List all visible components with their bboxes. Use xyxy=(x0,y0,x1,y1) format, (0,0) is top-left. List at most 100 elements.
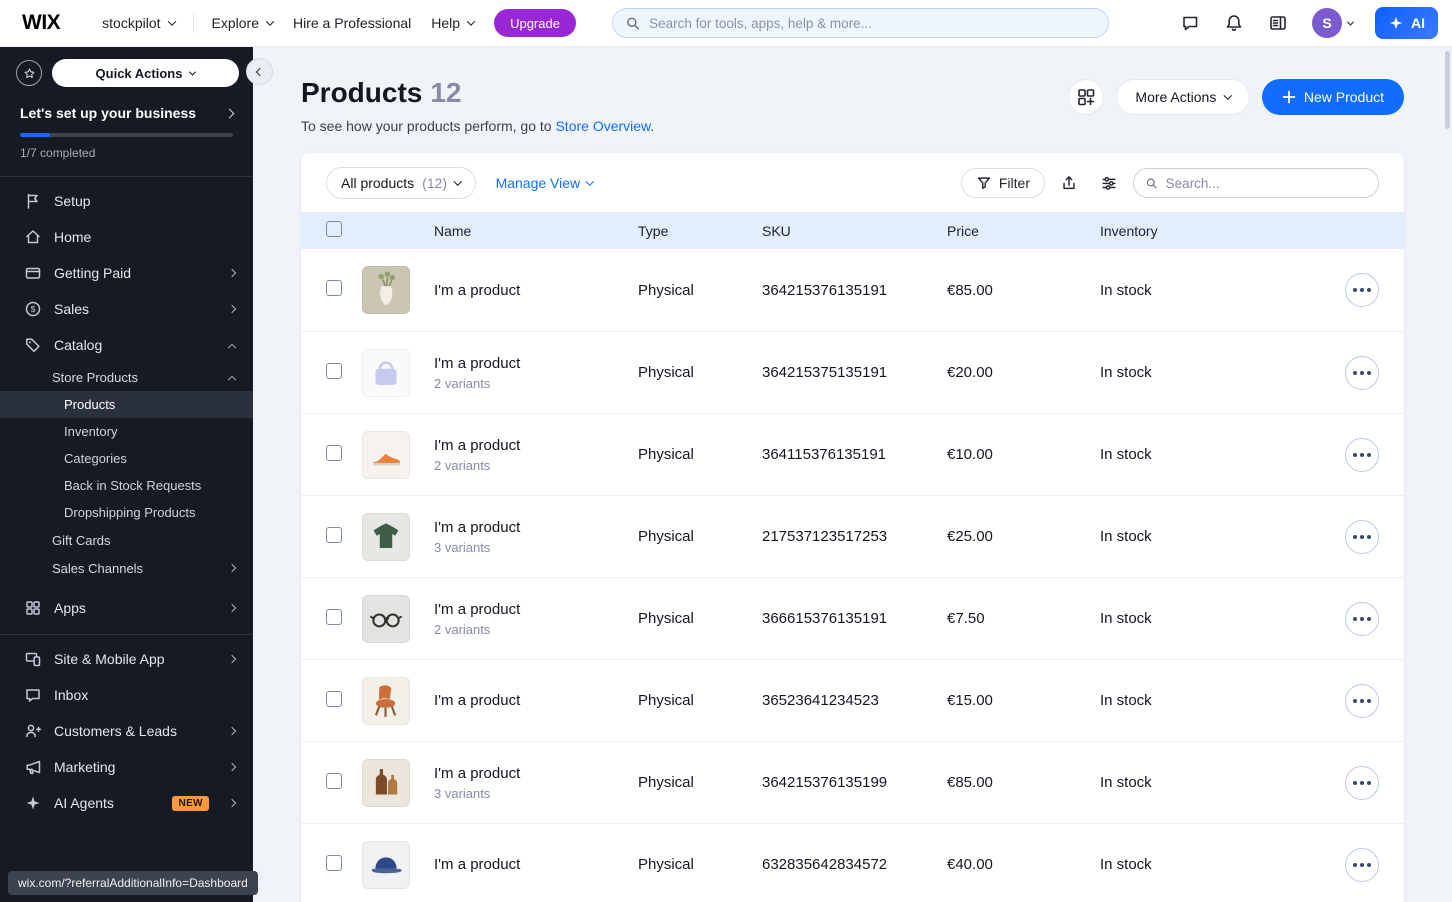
column-header-sku[interactable]: SKU xyxy=(762,223,947,239)
table-settings-button[interactable] xyxy=(1093,167,1125,199)
row-more-actions-button[interactable] xyxy=(1345,847,1379,882)
product-inventory: In stock xyxy=(1100,856,1152,873)
sidebar-item-gift-cards[interactable]: Gift Cards xyxy=(0,526,253,554)
help-menu[interactable]: Help xyxy=(423,9,482,37)
ai-assistant-button[interactable]: AI xyxy=(1375,7,1438,39)
layout-options-button[interactable] xyxy=(1068,79,1105,115)
new-badge: NEW xyxy=(172,795,209,811)
chevron-right-icon xyxy=(227,726,237,736)
sidebar-item-sales-channels[interactable]: Sales Channels xyxy=(0,554,253,582)
updates-panel-button[interactable] xyxy=(1260,5,1296,41)
sidebar-item-store-products[interactable]: Store Products xyxy=(0,363,253,391)
row-checkbox[interactable] xyxy=(326,444,342,461)
sidebar-collapse-button[interactable] xyxy=(246,58,273,85)
global-search-bar[interactable] xyxy=(611,8,1109,38)
site-selector-menu[interactable]: stockpilot xyxy=(94,9,182,37)
sidebar-item-label: Sales Channels xyxy=(52,560,144,576)
sidebar-item-categories[interactable]: Categories xyxy=(0,445,253,472)
hire-a-professional-link[interactable]: Hire a Professional xyxy=(281,9,423,37)
column-header-price[interactable]: Price xyxy=(947,223,1100,239)
export-button[interactable] xyxy=(1053,167,1085,199)
quick-actions-button[interactable]: Quick Actions xyxy=(52,59,239,87)
column-header-inventory[interactable]: Inventory xyxy=(1100,223,1323,239)
sidebar-item-setup[interactable]: Setup xyxy=(0,183,253,219)
row-more-actions-button[interactable] xyxy=(1345,519,1379,554)
notifications-button[interactable] xyxy=(1216,5,1252,41)
table-row[interactable]: I'm a product Physical 364215376135191 €… xyxy=(301,249,1404,331)
table-search-bar[interactable] xyxy=(1133,168,1379,198)
row-more-actions-button[interactable] xyxy=(1345,765,1379,800)
sidebar-item-catalog[interactable]: Catalog xyxy=(0,327,253,363)
table-row[interactable]: I'm a product 3 variants Physical 217537… xyxy=(301,495,1404,577)
setup-banner-title: Let's set up your business xyxy=(20,105,197,121)
row-checkbox[interactable] xyxy=(326,362,342,379)
select-all-checkbox[interactable] xyxy=(326,221,342,237)
chevron-right-icon xyxy=(227,654,237,664)
sidebar-item-inbox[interactable]: Inbox xyxy=(0,677,253,713)
column-header-type[interactable]: Type xyxy=(638,223,762,239)
product-name: I'm a product xyxy=(434,856,521,873)
row-checkbox[interactable] xyxy=(326,280,342,296)
sidebar-item-marketing[interactable]: Marketing xyxy=(0,749,253,785)
account-menu[interactable]: S xyxy=(1312,8,1355,38)
sidebar-item-inventory[interactable]: Inventory xyxy=(0,418,253,445)
sidebar-item-home[interactable]: Home xyxy=(0,219,253,255)
sidebar-item-label: Setup xyxy=(54,193,91,209)
sidebar-item-back-in-stock-requests[interactable]: Back in Stock Requests xyxy=(0,472,253,499)
sidebar-item-getting-paid[interactable]: Getting Paid xyxy=(0,255,253,291)
global-search-input[interactable] xyxy=(649,15,1096,31)
row-checkbox[interactable] xyxy=(326,772,342,789)
setup-progress-fill xyxy=(20,133,50,137)
row-checkbox[interactable] xyxy=(326,690,342,707)
product-variants: 3 variants xyxy=(434,539,491,555)
scrollbar[interactable] xyxy=(1445,51,1450,129)
row-more-actions-button[interactable] xyxy=(1345,437,1379,472)
table-row[interactable]: I'm a product 2 variants Physical 364215… xyxy=(301,331,1404,413)
explore-menu[interactable]: Explore xyxy=(204,9,281,37)
sidebar-item-apps[interactable]: Apps xyxy=(0,590,253,626)
manage-view-button[interactable]: Manage View xyxy=(496,175,594,191)
bell-icon xyxy=(1226,15,1242,32)
sidebar-item-ai-agents[interactable]: AI Agents NEW xyxy=(0,785,253,821)
sidebar-item-products[interactable]: Products xyxy=(0,391,253,418)
row-more-actions-button[interactable] xyxy=(1345,601,1379,636)
store-overview-link[interactable]: Store Overview xyxy=(555,118,650,134)
product-filter-label: All products xyxy=(341,175,415,191)
chevron-right-icon xyxy=(227,603,237,613)
sidebar-item-customers-leads[interactable]: Customers & Leads xyxy=(0,713,253,749)
sidebar-item-sales[interactable]: $ Sales xyxy=(0,291,253,327)
chevron-up-icon xyxy=(227,343,237,353)
row-more-actions-button[interactable] xyxy=(1345,683,1379,718)
table-row[interactable]: I'm a product Physical 632835642834572 €… xyxy=(301,823,1404,902)
new-product-button[interactable]: New Product xyxy=(1261,79,1404,115)
inbox-icon xyxy=(24,686,42,704)
row-checkbox[interactable] xyxy=(326,526,342,543)
sidebar-item-label: Products xyxy=(64,397,116,412)
wix-logo[interactable]: WIX xyxy=(22,11,61,35)
filter-button[interactable]: Filter xyxy=(960,168,1045,198)
sidebar-item-label: Dropshipping Products xyxy=(64,505,196,520)
product-name: I'm a product xyxy=(434,518,521,536)
page-title: Products 12 xyxy=(301,77,654,109)
row-more-actions-button[interactable] xyxy=(1345,355,1379,390)
column-header-name[interactable]: Name xyxy=(434,223,638,239)
product-type: Physical xyxy=(638,281,694,299)
table-row[interactable]: I'm a product 3 variants Physical 364215… xyxy=(301,741,1404,823)
row-more-actions-button[interactable] xyxy=(1345,273,1379,307)
table-row[interactable]: I'm a product 2 variants Physical 366615… xyxy=(301,577,1404,659)
table-search-input[interactable] xyxy=(1165,175,1367,191)
row-checkbox[interactable] xyxy=(326,854,342,871)
more-actions-button[interactable]: More Actions xyxy=(1116,79,1250,115)
upgrade-button[interactable]: Upgrade xyxy=(494,9,576,37)
table-row[interactable]: I'm a product Physical 36523641234523 €1… xyxy=(301,659,1404,741)
table-row[interactable]: I'm a product 2 variants Physical 364115… xyxy=(301,413,1404,495)
chat-button[interactable] xyxy=(1172,5,1208,41)
product-filter-dropdown[interactable]: All products (12) xyxy=(326,167,476,199)
setup-progress-banner[interactable]: Let's set up your business 1/7 completed xyxy=(0,88,253,160)
sidebar-item-dropshipping-products[interactable]: Dropshipping Products xyxy=(0,499,253,526)
row-checkbox[interactable] xyxy=(326,608,342,625)
product-inventory: In stock xyxy=(1100,610,1152,627)
sidebar-item-site-mobile-app[interactable]: Site & Mobile App xyxy=(0,641,253,677)
sidebar-item-label: Gift Cards xyxy=(52,532,111,548)
favorites-button[interactable] xyxy=(16,60,42,86)
